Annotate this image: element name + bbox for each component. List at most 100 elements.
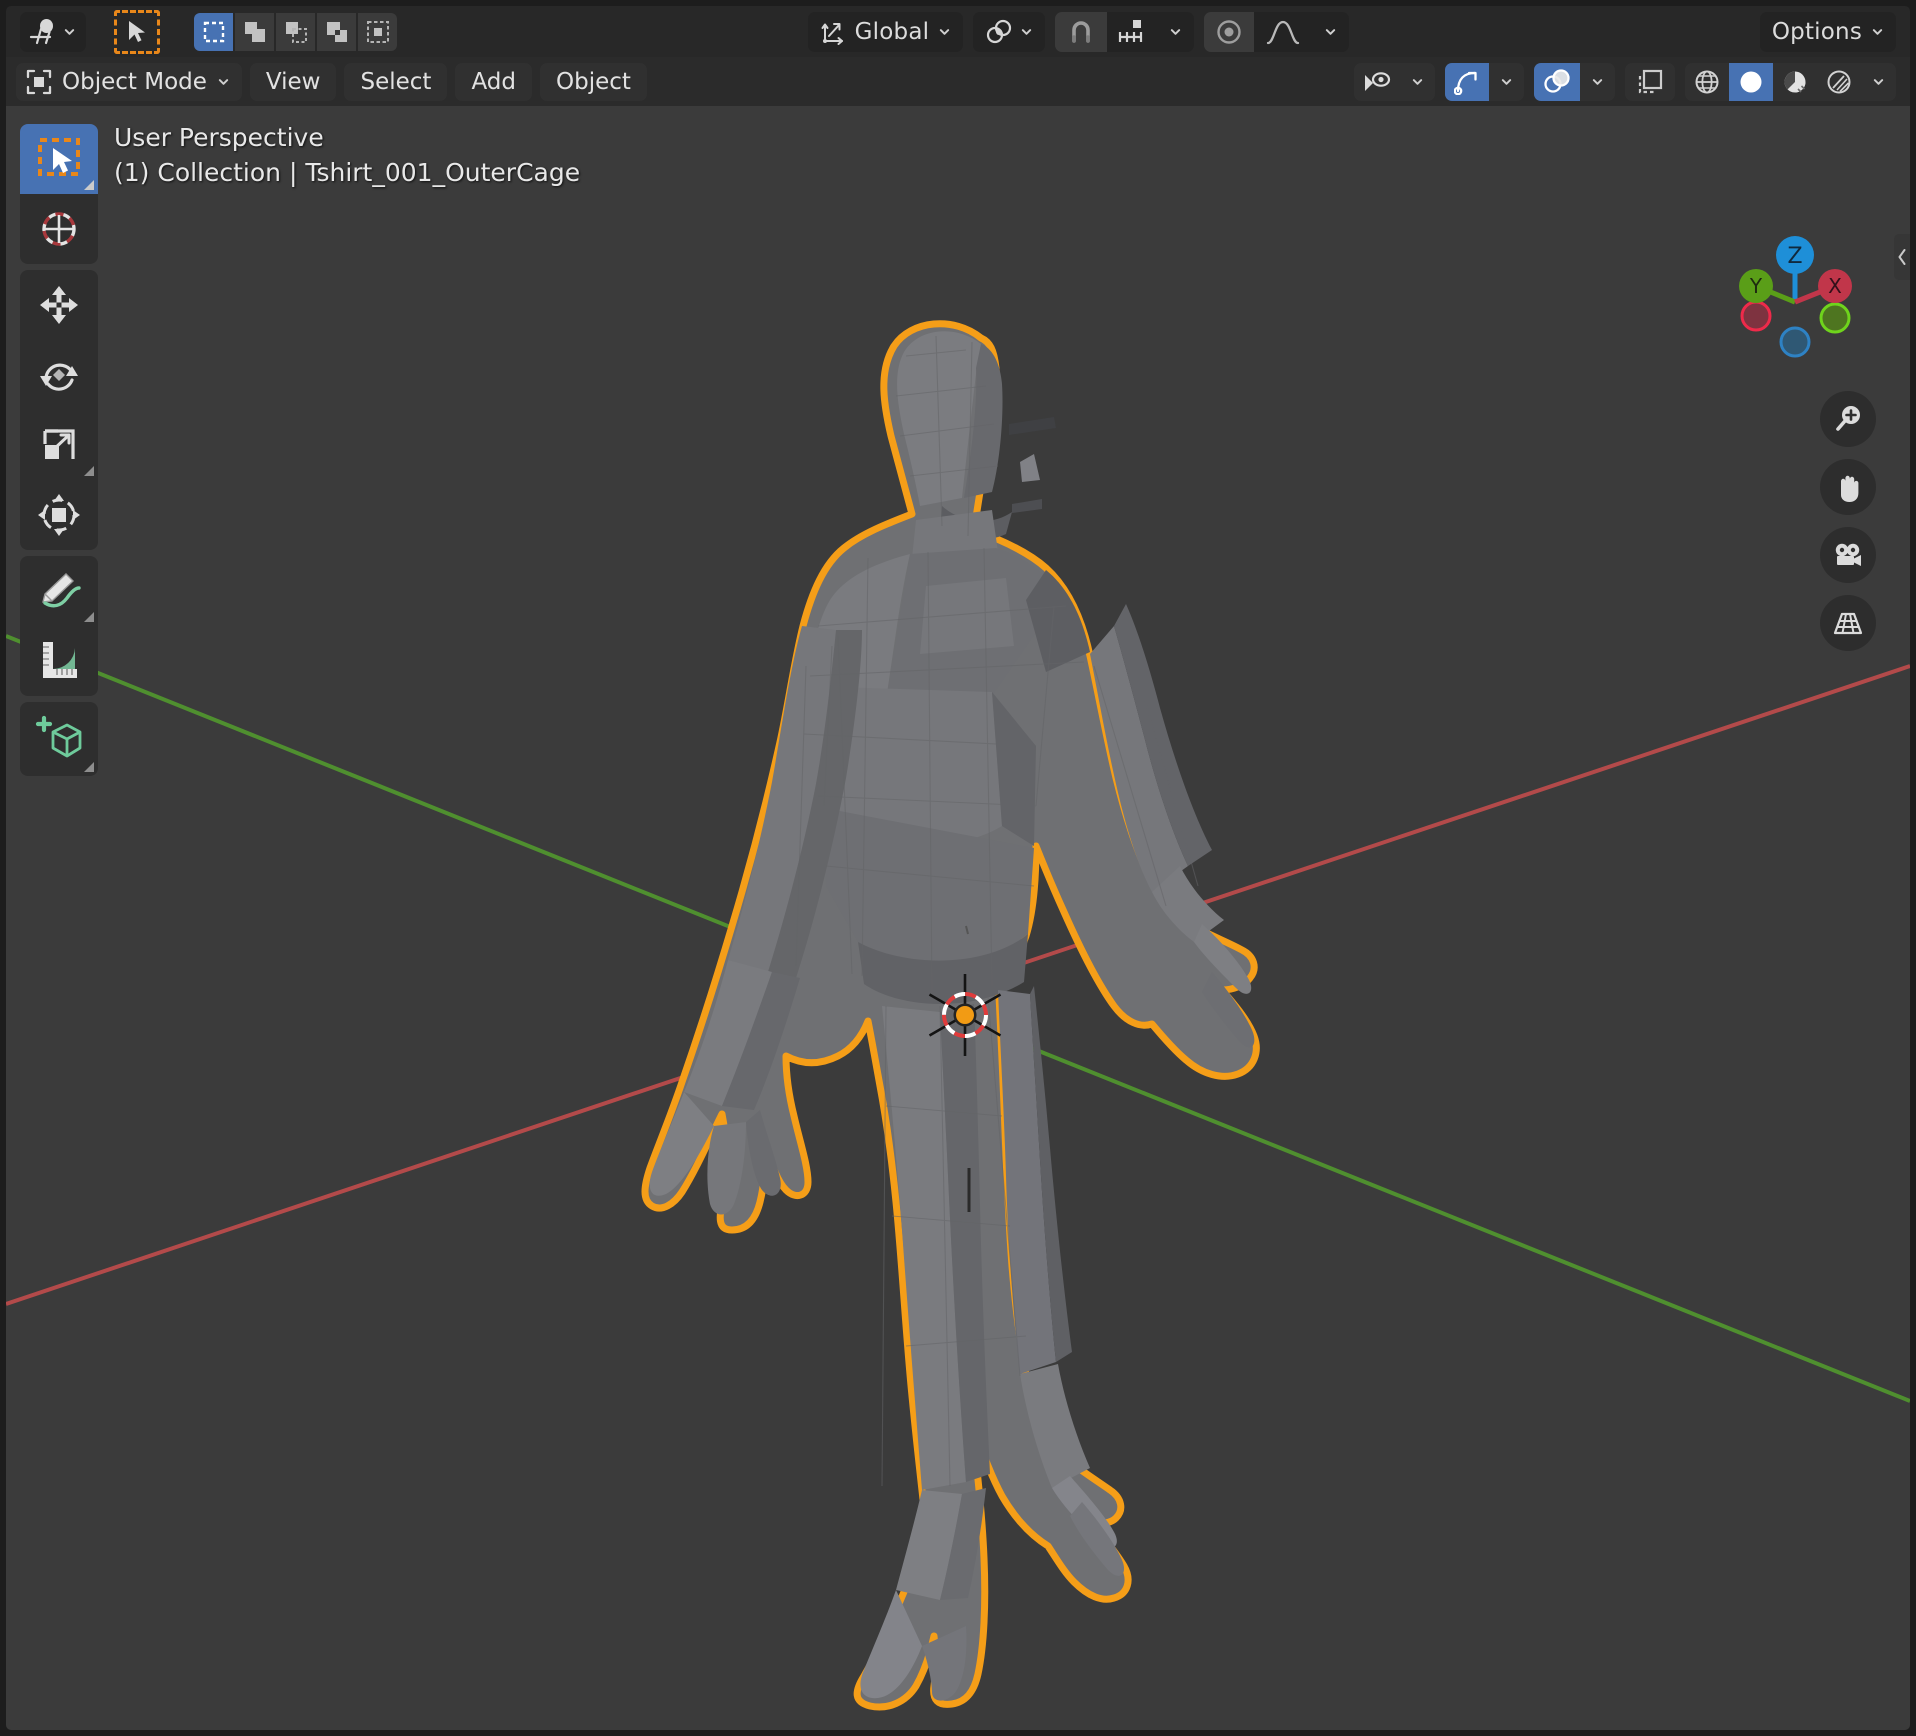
- transform-icon: [36, 492, 82, 538]
- transform-orientation-dropdown[interactable]: Global: [808, 12, 964, 52]
- chevron-down-icon: [938, 25, 951, 38]
- material-sphere-icon[interactable]: [1773, 63, 1817, 101]
- solid-sphere-icon[interactable]: [1729, 63, 1773, 101]
- gizmo-label-x: X: [1828, 274, 1842, 298]
- camera-icon: [1832, 541, 1864, 569]
- gizmo-icon[interactable]: [1445, 63, 1489, 101]
- move-arrows-icon: [36, 282, 82, 328]
- proportional-editing-group: [1204, 12, 1349, 52]
- xray-group: [1625, 63, 1675, 101]
- camera-view-button[interactable]: [1820, 527, 1876, 583]
- tool-add-cube[interactable]: [20, 702, 98, 776]
- menu-select[interactable]: Select: [344, 63, 447, 101]
- chevron-down-icon: [1872, 75, 1885, 88]
- scale-icon: [36, 422, 82, 468]
- gizmo-label-z: Z: [1787, 244, 1802, 269]
- object-types-visibility-group: [1354, 63, 1435, 101]
- tool-submenu-indicator: [84, 180, 94, 190]
- pivot-median-point-icon: [985, 19, 1013, 45]
- gizmo-axis-x-negative: [1821, 304, 1849, 332]
- tool-rotate[interactable]: [20, 340, 98, 410]
- tool-move[interactable]: [20, 270, 98, 340]
- overlays-icon[interactable]: [1534, 63, 1580, 101]
- tool-measure[interactable]: [20, 626, 98, 696]
- proportional-edit-icon[interactable]: [1204, 12, 1254, 52]
- object-visibility-icon[interactable]: [1354, 63, 1400, 101]
- gizmos-group: [1445, 63, 1524, 101]
- chevron-down-icon: [1020, 25, 1033, 38]
- header-right-controls: [1354, 63, 1896, 101]
- falloff-smooth-icon[interactable]: [1254, 12, 1312, 52]
- blender-window: Global: [0, 0, 1916, 1736]
- viewport-toolbar: [20, 124, 98, 776]
- menu-add[interactable]: Add: [455, 63, 532, 101]
- chevron-down-icon: [1169, 25, 1182, 38]
- tweak-cursor-icon[interactable]: [114, 10, 160, 54]
- select-box-intersect-icon[interactable]: [358, 13, 397, 51]
- interaction-mode-dropdown[interactable]: Object Mode: [16, 63, 242, 101]
- cursor-set-icon: [28, 18, 58, 46]
- tool-transform[interactable]: [20, 480, 98, 550]
- zoom-button[interactable]: [1820, 391, 1876, 447]
- chevron-left-icon: [1897, 248, 1907, 266]
- viewport-nav-buttons: [1820, 391, 1876, 651]
- tool-submenu-indicator: [84, 612, 94, 622]
- tool-group-annotate: [20, 556, 98, 696]
- wireframe-sphere-icon[interactable]: [1685, 63, 1729, 101]
- tool-tweak-select-box[interactable]: [20, 124, 98, 194]
- tool-scale[interactable]: [20, 410, 98, 480]
- options-dropdown[interactable]: Options: [1760, 12, 1896, 52]
- chevron-down-icon: [1324, 25, 1337, 38]
- magnifier-plus-icon: [1832, 403, 1864, 435]
- gizmo-label-y: Y: [1749, 274, 1763, 298]
- options-label: Options: [1772, 19, 1862, 45]
- gizmo-axis-z-negative: [1781, 328, 1809, 356]
- select-box-cursor-icon: [36, 136, 82, 182]
- add-cube-icon: [33, 714, 85, 764]
- shading-dropdown[interactable]: [1861, 63, 1896, 101]
- xray-toggle-icon[interactable]: [1625, 63, 1675, 101]
- select-mode-group: [194, 13, 397, 51]
- sidebar-expand-arrow[interactable]: [1894, 234, 1910, 280]
- falloff-dropdown[interactable]: [1312, 12, 1349, 52]
- tool-group-add: [20, 702, 98, 776]
- annotate-pencil-icon: [35, 568, 83, 614]
- chevron-down-icon: [1411, 75, 1424, 88]
- gizmo-axis-y-negative: [1742, 302, 1770, 330]
- snap-dropdown[interactable]: [1157, 12, 1194, 52]
- pan-button[interactable]: [1820, 459, 1876, 515]
- chevron-down-icon: [1871, 25, 1884, 38]
- cursor-crosshair-icon: [36, 206, 82, 252]
- 3d-cursor: [924, 974, 1006, 1056]
- tool-annotate[interactable]: [20, 556, 98, 626]
- active-tool-cursor-widget[interactable]: [20, 12, 86, 52]
- tool-submenu-indicator: [84, 762, 94, 772]
- visibility-dropdown[interactable]: [1400, 63, 1435, 101]
- chevron-down-icon: [1500, 75, 1513, 88]
- tool-submenu-indicator: [84, 466, 94, 476]
- viewport-scene: [6, 106, 1910, 1730]
- grid-perspective-icon: [1832, 609, 1864, 637]
- select-box-set-icon[interactable]: [194, 13, 233, 51]
- chevron-down-icon: [63, 25, 76, 38]
- select-box-subtract-icon[interactable]: [276, 13, 315, 51]
- viewport-shading-group: [1685, 63, 1896, 101]
- chevron-down-icon: [217, 75, 230, 88]
- overlays-dropdown[interactable]: [1580, 63, 1615, 101]
- toggle-perspective-button[interactable]: [1820, 595, 1876, 651]
- tool-cursor[interactable]: [20, 194, 98, 264]
- menu-view[interactable]: View: [250, 63, 337, 101]
- snapping-group: [1055, 12, 1194, 52]
- menu-object[interactable]: Object: [540, 63, 647, 101]
- gizmos-dropdown[interactable]: [1489, 63, 1524, 101]
- select-box-invert-icon[interactable]: [317, 13, 356, 51]
- magnet-icon[interactable]: [1055, 12, 1107, 52]
- tool-group-select: [20, 124, 98, 264]
- rendered-sphere-icon[interactable]: [1817, 63, 1861, 101]
- navigation-gizmo[interactable]: Y X Z: [1720, 214, 1870, 364]
- snap-increment-icon[interactable]: [1107, 12, 1157, 52]
- pivot-point-dropdown[interactable]: [973, 12, 1045, 52]
- select-box-extend-icon[interactable]: [235, 13, 274, 51]
- 3d-viewport[interactable]: User Perspective (1) Collection | Tshirt…: [6, 106, 1910, 1730]
- measure-ruler-icon: [35, 638, 83, 684]
